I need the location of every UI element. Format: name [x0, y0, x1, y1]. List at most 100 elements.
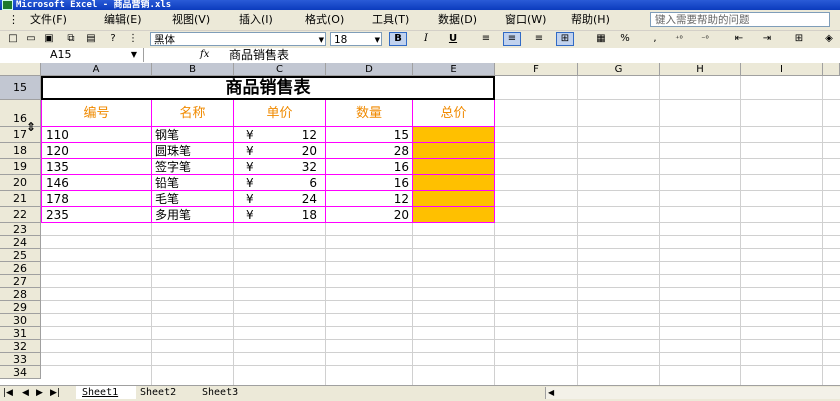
- cell-price[interactable]: ¥24: [234, 191, 326, 207]
- row-header-31[interactable]: 31: [0, 327, 41, 340]
- name-box[interactable]: A15 ▼: [0, 48, 144, 62]
- horizontal-scrollbar[interactable]: ◀: [545, 387, 840, 399]
- cell-total[interactable]: [413, 143, 495, 159]
- select-all-corner[interactable]: [0, 63, 41, 76]
- save-icon[interactable]: ▣: [40, 32, 58, 46]
- row-header-34[interactable]: 34: [0, 366, 41, 379]
- cell-name[interactable]: 铅笔: [152, 175, 234, 191]
- sheet-tab-3[interactable]: Sheet3: [202, 386, 260, 399]
- menu-format[interactable]: 格式(O): [305, 12, 344, 28]
- column-header-e[interactable]: E: [413, 63, 495, 76]
- cell-total[interactable]: [413, 191, 495, 207]
- row-header-28[interactable]: 28: [0, 288, 41, 301]
- last-sheet-icon[interactable]: ▶|: [50, 386, 60, 400]
- row-header-32[interactable]: 32: [0, 340, 41, 353]
- cell-price[interactable]: ¥18: [234, 207, 326, 223]
- menu-file[interactable]: 文件(F): [30, 12, 67, 28]
- menu-window[interactable]: 窗口(W): [505, 12, 546, 28]
- cell-price[interactable]: ¥12: [234, 127, 326, 143]
- align-left-icon[interactable]: ≡: [477, 32, 495, 46]
- bold-button[interactable]: B: [389, 32, 407, 46]
- row-header-15[interactable]: 15: [0, 76, 41, 100]
- currency-format-icon[interactable]: ▦: [592, 32, 610, 46]
- sheet-tab-2[interactable]: Sheet2: [140, 386, 198, 399]
- table-title-cell[interactable]: 商品销售表: [41, 76, 495, 100]
- row-header-25[interactable]: 25: [0, 249, 41, 262]
- decrease-indent-icon[interactable]: ⇤: [730, 32, 748, 46]
- menu-tools[interactable]: 工具(T): [372, 12, 409, 28]
- column-header-j[interactable]: [823, 63, 840, 76]
- cell-id[interactable]: 120: [41, 143, 152, 159]
- row-header-29[interactable]: 29: [0, 301, 41, 314]
- row-header-23[interactable]: 23: [0, 223, 41, 236]
- row-header-24[interactable]: 24: [0, 236, 41, 249]
- header-cell-qty[interactable]: 数量: [326, 100, 413, 127]
- cell-qty[interactable]: 28: [326, 143, 413, 159]
- cell-id[interactable]: 178: [41, 191, 152, 207]
- next-sheet-icon[interactable]: ▶: [36, 386, 43, 400]
- formula-input[interactable]: 商品销售表: [229, 48, 289, 62]
- cell-price[interactable]: ¥32: [234, 159, 326, 175]
- italic-button[interactable]: I: [417, 32, 435, 46]
- row-header-30[interactable]: 30: [0, 314, 41, 327]
- cell-total[interactable]: [413, 159, 495, 175]
- font-size-select[interactable]: 18 ▼: [330, 32, 382, 46]
- prev-sheet-icon[interactable]: ◀: [22, 386, 29, 400]
- cell-qty[interactable]: 20: [326, 207, 413, 223]
- fill-color-icon[interactable]: ◈: [820, 32, 838, 46]
- column-header-c[interactable]: C: [234, 63, 326, 76]
- scroll-left-icon[interactable]: ◀: [548, 387, 554, 399]
- paste-icon[interactable]: ▤: [82, 32, 100, 46]
- cell-id[interactable]: 135: [41, 159, 152, 175]
- sheet-tab-1[interactable]: Sheet1: [76, 386, 136, 399]
- worksheet-grid[interactable]: A B C D E F G H I 15 16 17 18 19 20 21 2…: [0, 63, 840, 388]
- align-right-icon[interactable]: ≡: [530, 32, 548, 46]
- increase-indent-icon[interactable]: ⇥: [758, 32, 776, 46]
- new-document-icon[interactable]: □: [4, 32, 22, 46]
- column-header-f[interactable]: F: [495, 63, 578, 76]
- row-header-26[interactable]: 26: [0, 262, 41, 275]
- cell-total[interactable]: [413, 175, 495, 191]
- help-icon[interactable]: ?: [104, 32, 122, 46]
- header-cell-total[interactable]: 总价: [413, 100, 495, 127]
- cell-price[interactable]: ¥6: [234, 175, 326, 191]
- decrease-decimal-icon[interactable]: ⁻⁰: [696, 32, 714, 46]
- row-header-27[interactable]: 27: [0, 275, 41, 288]
- open-folder-icon[interactable]: ▭: [22, 32, 40, 46]
- help-search-input[interactable]: 键入需要帮助的问题: [650, 12, 830, 27]
- copy-icon[interactable]: ⧉: [62, 32, 80, 46]
- menu-view[interactable]: 视图(V): [172, 12, 210, 28]
- first-sheet-icon[interactable]: |◀: [3, 386, 13, 400]
- column-header-b[interactable]: B: [152, 63, 234, 76]
- cell-id[interactable]: 235: [41, 207, 152, 223]
- cell-id[interactable]: 146: [41, 175, 152, 191]
- cell-price[interactable]: ¥20: [234, 143, 326, 159]
- toolbar-options-icon[interactable]: ⋮: [124, 32, 142, 46]
- cell-qty[interactable]: 15: [326, 127, 413, 143]
- menu-edit[interactable]: 编辑(E): [104, 12, 142, 28]
- cell-name[interactable]: 圆珠笔: [152, 143, 234, 159]
- cell-qty[interactable]: 12: [326, 191, 413, 207]
- font-name-select[interactable]: 黑体 ▼: [150, 32, 326, 46]
- header-cell-name[interactable]: 名称: [152, 100, 234, 127]
- percent-button[interactable]: %: [616, 32, 634, 46]
- cell-total[interactable]: [413, 207, 495, 223]
- underline-button[interactable]: U: [444, 32, 462, 46]
- cell-qty[interactable]: 16: [326, 159, 413, 175]
- menu-help[interactable]: 帮助(H): [571, 12, 610, 28]
- column-header-a[interactable]: A: [41, 63, 152, 76]
- cell-name[interactable]: 毛笔: [152, 191, 234, 207]
- header-cell-id[interactable]: 编号: [41, 100, 152, 127]
- merge-center-icon[interactable]: ⊞: [556, 32, 574, 46]
- cell-id[interactable]: 110: [41, 127, 152, 143]
- function-icon[interactable]: fx: [200, 48, 209, 62]
- menu-insert[interactable]: 插入(I): [239, 12, 273, 28]
- comma-style-button[interactable]: ,: [646, 32, 664, 46]
- cell-name[interactable]: 签字笔: [152, 159, 234, 175]
- cell-name[interactable]: 多用笔: [152, 207, 234, 223]
- header-cell-price[interactable]: 单价: [234, 100, 326, 127]
- column-header-i[interactable]: I: [741, 63, 823, 76]
- column-header-h[interactable]: H: [660, 63, 741, 76]
- cell-name[interactable]: 钢笔: [152, 127, 234, 143]
- borders-icon[interactable]: ⊞: [790, 32, 808, 46]
